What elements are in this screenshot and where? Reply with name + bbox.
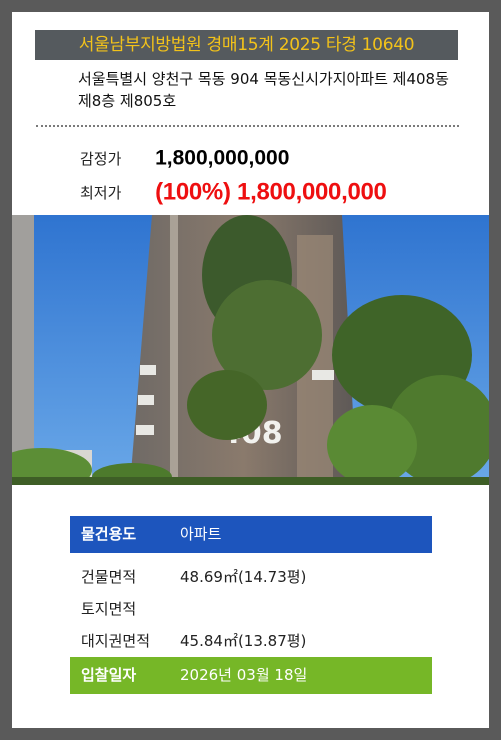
bid-date-value: 2026년 03월 18일 [180, 666, 308, 684]
building-area-label: 건물면적 [81, 568, 137, 586]
building-area-row: 건물면적 48.69㎡(14.73평) [70, 561, 432, 593]
bid-date-row: 입찰일자 2026년 03월 18일 [70, 657, 432, 694]
minimum-label: 최저가 [80, 183, 122, 202]
minimum-price-row: 최저가 (100%) 1,800,000,000 [80, 177, 387, 207]
property-type-row: 물건용도 아파트 [70, 516, 432, 553]
land-area-row: 토지면적 [70, 593, 432, 625]
property-photo: 408 [12, 215, 489, 485]
minimum-value: (100%) 1,800,000,000 [155, 178, 387, 206]
property-address: 서울특별시 양천구 목동 904 목동신시가지아파트 제408동 제8층 제80… [78, 70, 449, 110]
land-area-label: 토지면적 [81, 600, 137, 618]
bid-date-label: 입찰일자 [81, 666, 137, 684]
land-right-area-row: 대지권면적 45.84㎡(13.87평) [70, 625, 432, 657]
land-area-value [180, 593, 432, 625]
property-details: 물건용도 아파트 건물면적 48.69㎡(14.73평) 토지면적 대지권면적 … [70, 516, 432, 694]
auction-card: 서울남부지방법원 경매15계 2025 타경 10640 서울특별시 양천구 목… [12, 12, 489, 728]
appraisal-label: 감정가 [80, 149, 122, 168]
land-right-area-value: 45.84㎡(13.87평) [180, 632, 307, 650]
appraisal-price-row: 감정가 1,800,000,000 [80, 143, 289, 173]
property-type-label: 물건용도 [81, 525, 137, 543]
building-area-value: 48.69㎡(14.73평) [180, 568, 307, 586]
property-type-value: 아파트 [180, 525, 222, 543]
divider [36, 125, 459, 127]
case-title: 서울남부지방법원 경매15계 2025 타경 10640 [35, 30, 458, 60]
appraisal-value: 1,800,000,000 [155, 146, 290, 170]
land-right-area-label: 대지권면적 [81, 632, 151, 650]
